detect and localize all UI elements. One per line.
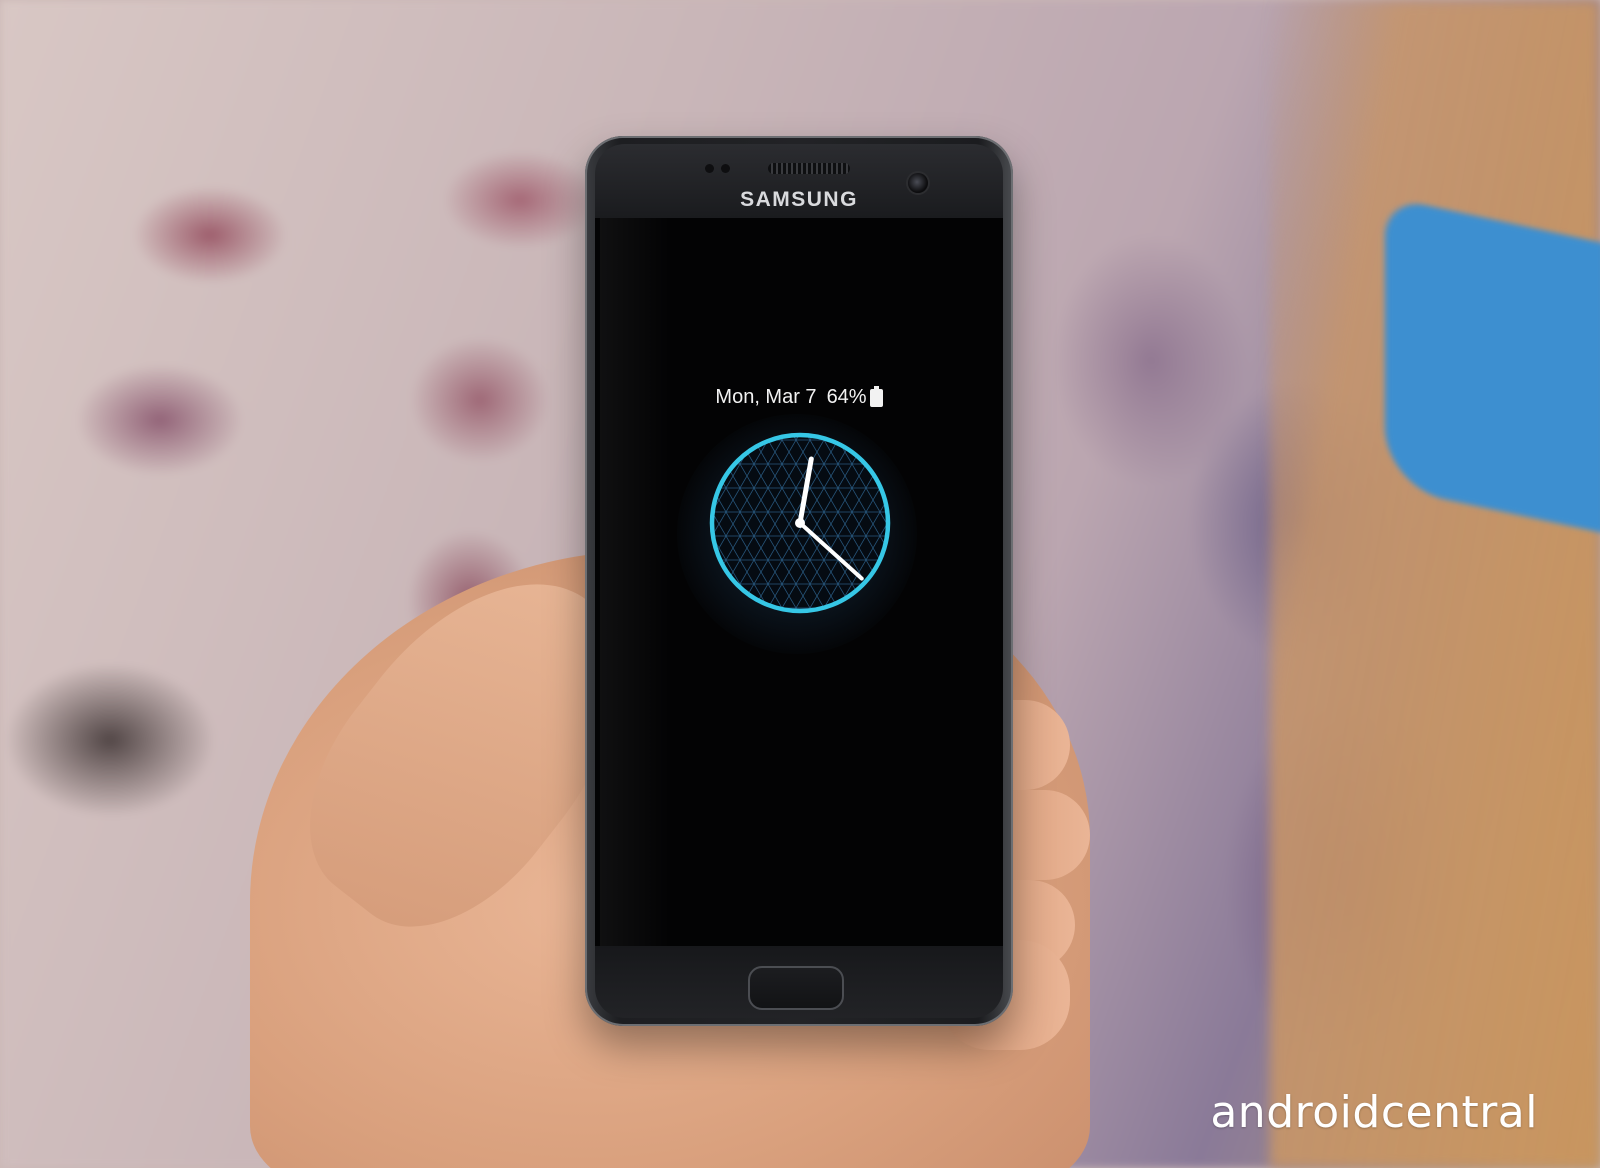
wood-floor bbox=[1270, 0, 1600, 1168]
aod-battery-percent: 64% bbox=[826, 386, 867, 408]
blue-cloth bbox=[1385, 196, 1600, 534]
phone-bottom-bezel bbox=[595, 946, 1003, 1018]
androidcentral-watermark: androidcentral bbox=[1210, 1087, 1538, 1138]
proximity-sensor bbox=[705, 164, 714, 173]
analog-clock[interactable] bbox=[705, 428, 895, 618]
samsung-phone: SAMSUNG Mon, Mar 7 64% bbox=[585, 136, 1013, 1026]
light-sensor bbox=[721, 164, 730, 173]
battery-icon bbox=[869, 385, 883, 407]
earpiece-speaker bbox=[768, 163, 850, 174]
aod-date: Mon, Mar 7 bbox=[715, 386, 817, 408]
edge-reflection bbox=[600, 218, 670, 946]
clock-center-pin bbox=[795, 518, 805, 528]
photo-scene: SAMSUNG Mon, Mar 7 64% androidcentral bbox=[0, 0, 1600, 1168]
phone-top-bezel: SAMSUNG bbox=[595, 144, 1003, 218]
phone-brand-logo: SAMSUNG bbox=[740, 188, 858, 211]
home-button[interactable] bbox=[748, 966, 844, 1010]
